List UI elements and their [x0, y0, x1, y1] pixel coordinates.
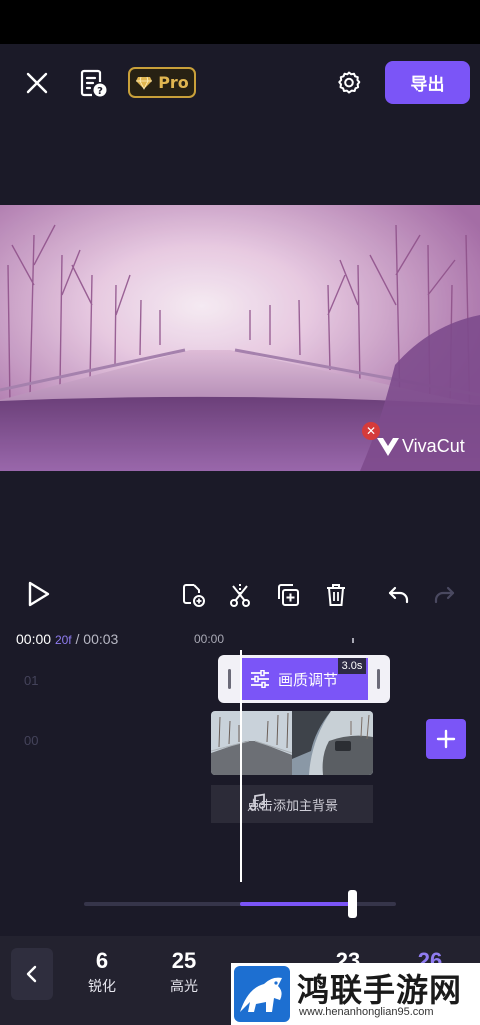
param-highlight[interactable]: 25 高光: [154, 948, 214, 996]
pro-badge[interactable]: Pro: [128, 67, 196, 98]
play-icon[interactable]: [22, 578, 54, 610]
track-number-01: 01: [24, 673, 39, 688]
delete-trash-icon[interactable]: [321, 580, 351, 610]
pro-label: Pro: [158, 73, 189, 92]
add-clip-button[interactable]: [426, 719, 466, 759]
diamond-icon: [136, 76, 153, 90]
site-name: 鸿联手游网: [297, 971, 463, 1009]
video-preview[interactable]: [0, 205, 480, 471]
site-logo-icon: [234, 966, 290, 1022]
video-clip-thumbnail[interactable]: [211, 711, 373, 775]
track-number-00: 00: [24, 733, 39, 748]
current-time: 00:00: [16, 631, 52, 647]
ruler-tick: [352, 638, 354, 643]
plus-icon: [436, 729, 456, 749]
svg-text:?: ?: [97, 86, 103, 97]
add-overlay-icon[interactable]: [178, 580, 208, 610]
param-sharpen-value: 6: [95, 948, 109, 973]
effect-clip-duration: 3.0s: [338, 658, 366, 674]
adjust-slider-thumb[interactable]: [348, 890, 358, 918]
param-highlight-value: 25: [171, 948, 197, 973]
total-time: / 00:03: [75, 631, 119, 647]
site-url: www.henanhonglian95.com: [299, 1006, 434, 1018]
duplicate-icon[interactable]: [273, 580, 303, 610]
param-sharpen[interactable]: 6 锐化: [72, 948, 132, 996]
playhead[interactable]: [240, 650, 242, 882]
redo-icon[interactable]: [430, 580, 460, 610]
param-sharpen-label: 锐化: [88, 979, 116, 995]
adjust-slider-fill: [240, 902, 353, 906]
site-watermark-badge: 鸿联手游网 www.henanhonglian95.com: [231, 963, 480, 1025]
watermark-brand: VivaCut: [402, 436, 465, 456]
settings-gear-icon[interactable]: [332, 66, 366, 100]
undo-icon[interactable]: [383, 580, 413, 610]
param-highlight-label: 高光: [170, 979, 198, 995]
ruler-start-label: 00:00: [194, 632, 225, 646]
effect-clip-label: 画质调节: [278, 670, 339, 689]
status-bar: [0, 0, 480, 44]
adjust-sliders-icon: [251, 670, 269, 688]
chevron-left-icon: [26, 965, 37, 983]
current-frames: 20f: [54, 633, 72, 647]
music-note-icon: [249, 793, 267, 815]
effect-clip-left-handle[interactable]: [228, 669, 231, 689]
tutorial-doc-icon[interactable]: ?: [76, 66, 110, 100]
timecode: 00:00 20f / 00:03: [16, 631, 118, 647]
vivacut-logo-icon: [377, 438, 399, 456]
close-icon[interactable]: [20, 67, 54, 99]
split-scissors-icon[interactable]: [225, 580, 255, 610]
effect-clip-right-handle[interactable]: [377, 669, 380, 689]
add-music-track[interactable]: 点击添加主背景: [211, 785, 373, 823]
back-button[interactable]: [11, 948, 53, 1000]
export-button[interactable]: 导出: [385, 61, 470, 104]
